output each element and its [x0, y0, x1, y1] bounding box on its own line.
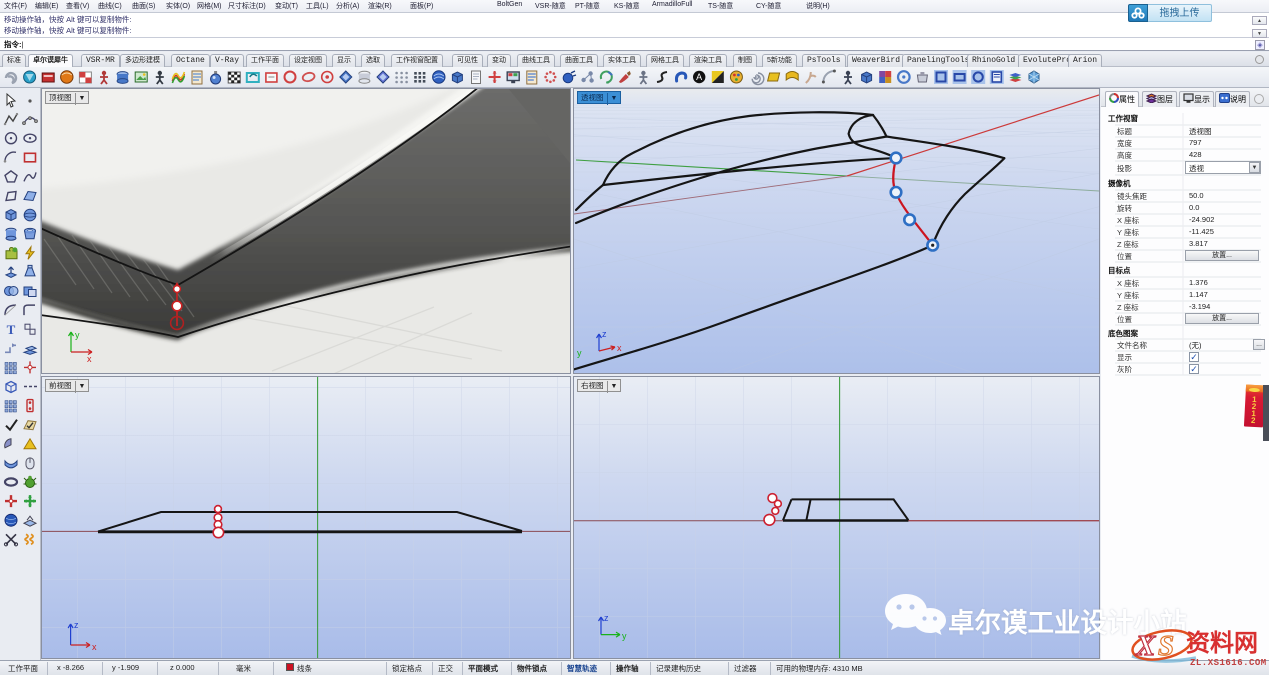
svg-text:x: x — [92, 642, 97, 652]
svg-text:y: y — [577, 348, 582, 358]
svg-text:A: A — [696, 72, 702, 82]
svg-text:y: y — [75, 330, 80, 340]
svg-text:S: S — [1158, 630, 1174, 662]
svg-text:z: z — [602, 329, 607, 339]
svg-text:x: x — [87, 354, 92, 364]
svg-text:y: y — [622, 631, 627, 641]
svg-text:z: z — [604, 613, 609, 623]
svg-text:x: x — [617, 343, 622, 353]
svg-text:资料网: 资料网 — [1186, 630, 1258, 657]
svg-text:ZL.XS1616.COM: ZL.XS1616.COM — [1190, 658, 1267, 668]
svg-text:z: z — [74, 620, 79, 630]
svg-text:T: T — [7, 322, 16, 337]
svg-text:X: X — [1135, 630, 1156, 662]
